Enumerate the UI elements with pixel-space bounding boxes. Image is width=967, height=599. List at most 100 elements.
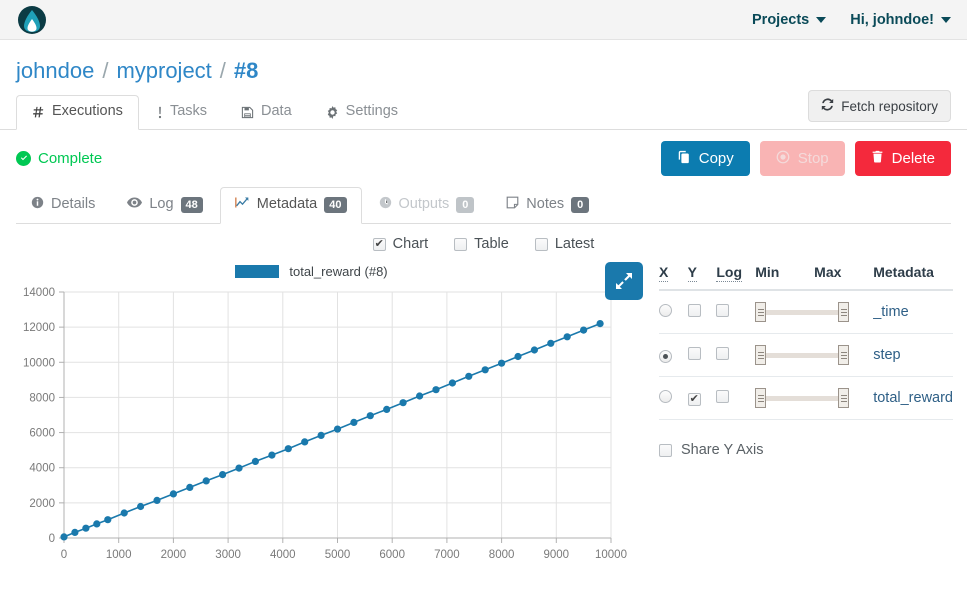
projects-menu[interactable]: Projects [752,12,827,28]
svg-text:2000: 2000 [29,498,55,510]
clock-icon [379,196,392,214]
row-x-radio-cell[interactable] [659,290,688,334]
expand-chart-button[interactable] [605,262,643,300]
metadata-name: total_reward [873,376,953,420]
tab-tasks[interactable]: Tasks [141,95,223,130]
svg-text:1000: 1000 [106,549,132,561]
sub-tabs-row: Details Log 48 Metadata 40 Outputs 0 Not… [0,186,967,224]
slider-track [755,396,850,401]
range-slider[interactable] [755,344,850,366]
checkbox-chart-box[interactable] [372,237,386,251]
checkbox-table-label: Table [474,236,509,252]
slider-handle-max[interactable] [838,388,850,408]
row-range-slider-cell[interactable] [755,290,874,334]
user-menu[interactable]: Hi, johndoe! [850,12,951,28]
slider-handle-max[interactable] [838,302,850,322]
slider-track [755,310,850,315]
view-options: Chart Table Latest [0,224,967,260]
row-log-checkbox-cell[interactable] [716,376,756,420]
metadata-name: step [873,333,953,377]
svg-text:5000: 5000 [325,549,351,561]
subtab-label: Outputs [398,196,450,213]
header-x[interactable]: X [659,264,688,291]
slider-handle-min[interactable] [755,302,767,322]
range-slider[interactable] [755,387,850,409]
checkbox-chart[interactable]: Chart [372,236,428,252]
fetch-repository-label: Fetch repository [841,98,938,114]
y-gridlines [59,291,611,539]
slider-handle-max[interactable] [838,345,850,365]
tab-label: Settings [345,103,399,120]
row-range-slider-cell[interactable] [755,376,874,420]
subtab-log[interactable]: Log 48 [112,187,217,224]
checkbox-table-box[interactable] [454,237,468,251]
x-tick-labels: 0 1000 2000 3000 4000 5000 6000 7000 8000 9000 100… [61,549,627,561]
chart-plot[interactable]: 0 2000 4000 6000 8000 10000 12000 14000 0 1000 20… [14,282,649,567]
checkbox-latest[interactable]: Latest [534,236,594,252]
tab-executions[interactable]: Executions [16,95,139,130]
x-radio[interactable] [659,390,672,403]
legend-label: total_reward (#8) [289,263,388,279]
log-checkbox[interactable] [716,347,730,360]
slider-handle-min[interactable] [755,345,767,365]
row-x-radio-cell[interactable] [659,376,688,420]
checkbox-table[interactable]: Table [454,236,509,252]
log-checkbox[interactable] [716,390,730,403]
share-y-axis-option[interactable]: Share Y Axis [659,442,953,458]
header-log[interactable]: Log [716,264,756,291]
breadcrumb-project[interactable]: myproject [116,58,211,84]
subtab-label: Log [149,196,174,213]
svg-text:6000: 6000 [29,428,55,440]
exclamation-icon [157,106,163,119]
svg-text:12000: 12000 [23,322,55,334]
share-y-axis-checkbox[interactable] [659,443,672,457]
y-checkbox[interactable] [687,304,701,317]
breadcrumb-separator: / [102,58,109,83]
chart-panel: total_reward (#8) 0 2000 4000 6000 8000 10000… [14,260,649,567]
svg-text:9000: 9000 [544,549,570,561]
series-markers-total-reward [60,320,604,541]
svg-text:10000: 10000 [23,357,55,369]
row-x-radio-cell[interactable] [659,333,688,377]
action-buttons: Copy Stop Delete [660,140,951,176]
chart-legend: total_reward (#8) [0,260,649,282]
copy-button[interactable]: Copy [660,140,750,176]
top-navbar: Projects Hi, johndoe! [0,0,967,40]
row-y-checkbox-cell[interactable] [687,333,717,377]
subtab-details[interactable]: Details [16,187,110,224]
chevron-down-icon [816,16,827,23]
metadata-side-panel: X Y Log Min Max Metadata _time step ✔ to… [659,260,953,567]
tab-data[interactable]: Data [225,95,308,130]
x-gridlines [63,292,612,543]
refresh-icon [821,98,834,114]
checkbox-latest-box[interactable] [534,237,548,251]
stop-button[interactable]: Stop [759,140,845,176]
row-range-slider-cell[interactable] [755,333,874,377]
subtab-metadata[interactable]: Metadata 40 [219,187,362,224]
row-y-checkbox-cell[interactable] [687,376,717,420]
breadcrumb-user[interactable]: johndoe [16,58,94,84]
header-y[interactable]: Y [687,264,717,291]
app-logo-icon [18,5,46,34]
svg-text:0: 0 [49,533,55,545]
log-checkbox[interactable] [716,304,730,317]
subtab-outputs[interactable]: Outputs 0 [364,187,490,224]
y-checkbox[interactable] [687,347,701,360]
app-logo[interactable] [16,4,48,36]
breadcrumb: johndoe / myproject / #8 [0,40,967,94]
range-slider[interactable] [755,301,850,323]
expand-arrows-icon [616,273,632,289]
slider-handle-min[interactable] [755,388,767,408]
row-log-checkbox-cell[interactable] [716,333,756,377]
fetch-repository-button[interactable]: Fetch repository [808,90,951,122]
x-radio[interactable] [659,350,672,363]
x-radio[interactable] [659,304,672,317]
subtab-notes[interactable]: Notes 0 [491,187,604,224]
svg-text:4000: 4000 [270,549,296,561]
y-checkbox[interactable] [687,393,701,406]
row-log-checkbox-cell[interactable] [716,290,756,334]
tab-settings[interactable]: Settings [310,95,414,130]
delete-button[interactable]: Delete [854,140,951,176]
row-y-checkbox-cell[interactable] [687,290,717,334]
subtab-badge: 0 [571,196,590,214]
